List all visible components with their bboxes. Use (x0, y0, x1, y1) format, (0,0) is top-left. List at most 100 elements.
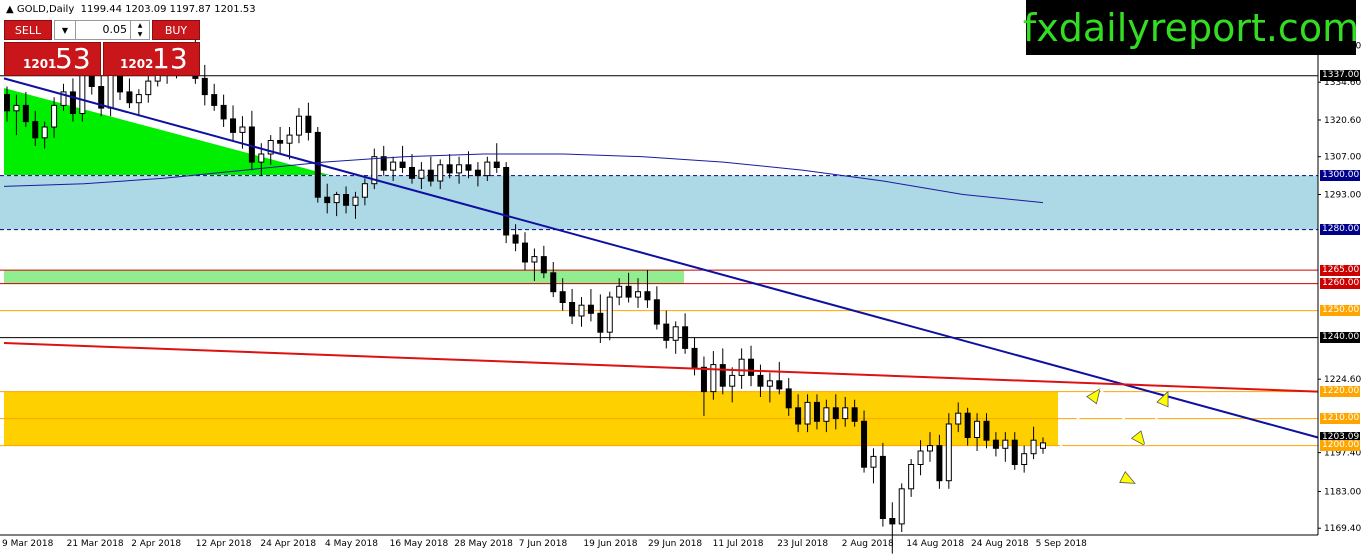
time-label: 12 Apr 2018 (195, 539, 252, 549)
lot-size-value[interactable]: 0.05 (103, 23, 128, 36)
candle (597, 294, 604, 343)
arrow-head-icon (1119, 471, 1136, 484)
sell-price-big: 53 (55, 42, 91, 75)
sell-price-small: 1201 (23, 57, 57, 71)
buy-price-big: 13 (152, 42, 188, 75)
candle-body (343, 194, 350, 206)
time-label: 24 Apr 2018 (260, 539, 317, 549)
price-tick-label: 1293.00 (1324, 191, 1361, 201)
candle-body (776, 380, 783, 390)
candle-body (51, 104, 58, 128)
price-tick-label: 1320.60 (1324, 116, 1361, 126)
candle (663, 310, 670, 349)
lot-spinner-icon[interactable]: ▲ ▼ (130, 21, 149, 39)
candle-body (738, 358, 745, 376)
candle-body (135, 94, 142, 104)
candle-body (729, 374, 736, 387)
candle-body (700, 366, 707, 393)
candle-body (211, 94, 218, 106)
candles-layer (4, 37, 1046, 554)
candle-body (41, 126, 48, 139)
candle-body (390, 161, 397, 171)
brand-logo: fxdailyreport.com (1023, 0, 1359, 55)
candle-body (456, 164, 463, 174)
candle-body (879, 455, 886, 519)
projection-arrows-layer (1059, 388, 1169, 485)
candle-body (757, 374, 764, 387)
candle-body (503, 167, 510, 236)
candle (230, 105, 237, 141)
candle-body (305, 115, 312, 133)
candle-body (277, 140, 284, 144)
candle-body (437, 164, 444, 182)
candle-body (663, 323, 670, 341)
candle-body (926, 445, 933, 452)
level-label: 1200.00 (1320, 440, 1360, 452)
one-click-trading-panel: SELL ▼ 0.05 ▲ ▼ BUY 1201 53 1202 13 (4, 20, 200, 76)
candle-body (352, 196, 359, 206)
candle-body (644, 291, 651, 301)
candle-body (493, 161, 500, 169)
zone-0 (0, 175, 1318, 230)
buy-price-small: 1202 (120, 57, 154, 71)
candle-body (587, 304, 594, 314)
candle-body (324, 196, 331, 204)
time-label: 24 Aug 2018 (971, 539, 1029, 549)
sell-button[interactable]: SELL (4, 20, 52, 40)
candle (738, 348, 745, 389)
candle (220, 94, 227, 127)
candle-body (399, 161, 406, 169)
candle-body (333, 194, 340, 204)
candle (898, 483, 905, 532)
candle (682, 313, 689, 354)
candle-body (870, 455, 877, 468)
candle-body (540, 256, 547, 274)
sell-price-button[interactable]: 1201 53 (4, 42, 101, 76)
lot-size-field[interactable]: ▼ 0.05 ▲ ▼ (54, 20, 150, 40)
candle (587, 289, 594, 322)
candle (277, 127, 284, 154)
candle (1021, 445, 1028, 473)
candle (446, 154, 453, 179)
time-label: 23 Jul 2018 (777, 539, 829, 549)
candle-body (512, 234, 519, 244)
chart-header: ▲ GOLD,Daily 1199.44 1203.09 1197.87 120… (6, 4, 256, 15)
buy-price-button[interactable]: 1202 13 (103, 42, 200, 76)
price-tick-label: 1169.40 (1324, 524, 1361, 534)
ohlc-values: 1199.44 1203.09 1197.87 1201.53 (80, 4, 256, 15)
price-ticks-layer: 1348.201334.601320.601307.001293.001224.… (1318, 41, 1361, 534)
candle-body (79, 75, 86, 114)
lot-dropdown-icon[interactable]: ▼ (55, 21, 76, 39)
candle-body (625, 285, 632, 298)
candle-body (635, 291, 642, 298)
candle (870, 448, 877, 484)
candle-body (672, 326, 679, 341)
candle (493, 143, 500, 173)
candle-body (427, 169, 434, 182)
candle (399, 145, 406, 173)
level-label: 1220.00 (1320, 386, 1360, 398)
candle-body (230, 118, 237, 133)
candle (126, 78, 133, 109)
candle-body (531, 256, 538, 263)
candle (776, 361, 783, 395)
candle (371, 148, 378, 190)
time-label: 16 May 2018 (389, 539, 449, 549)
candle-body (145, 80, 152, 96)
buy-button[interactable]: BUY (152, 20, 200, 40)
candle-body (795, 407, 802, 425)
price-chart[interactable]: 1348.201334.601320.601307.001293.001224.… (0, 0, 1362, 554)
candle-body (992, 439, 999, 449)
candle (135, 89, 142, 117)
price-tick-label: 1183.00 (1324, 488, 1361, 498)
candle-body (1002, 439, 1009, 449)
time-label: 9 Mar 2018 (2, 539, 54, 549)
candle-body (220, 104, 227, 120)
candle-body (748, 358, 755, 376)
zone-1 (4, 270, 684, 284)
candle-body (408, 167, 415, 179)
candle-body (861, 420, 868, 468)
candle-body (286, 134, 293, 144)
candle-body (465, 164, 472, 171)
candle-body (955, 412, 962, 425)
